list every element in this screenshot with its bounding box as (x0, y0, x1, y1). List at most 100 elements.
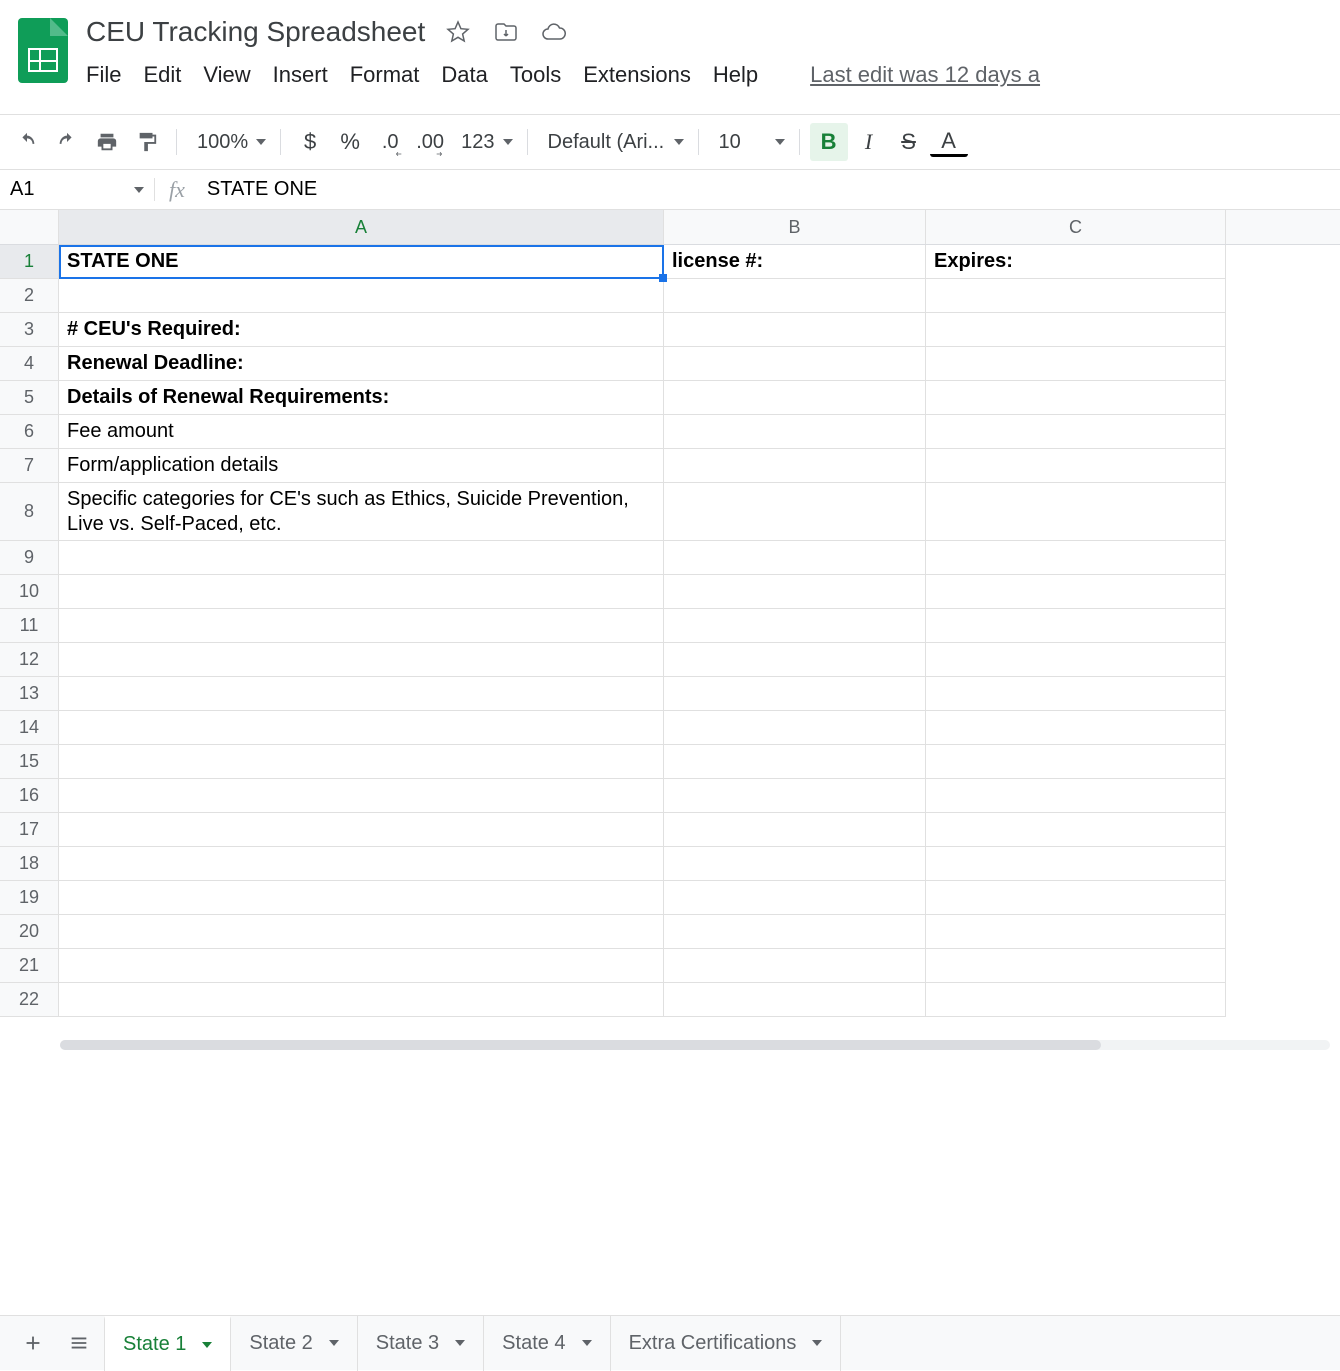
text-color-button[interactable]: A (930, 127, 968, 157)
cell[interactable]: Details of Renewal Requirements: (59, 381, 664, 415)
menu-format[interactable]: Format (350, 62, 420, 88)
cell[interactable] (59, 575, 664, 609)
menu-extensions[interactable]: Extensions (583, 62, 691, 88)
sheet-tab[interactable]: State 2 (231, 1316, 357, 1371)
add-sheet-button[interactable] (12, 1322, 54, 1364)
row-header[interactable]: 8 (0, 483, 59, 541)
redo-button[interactable] (48, 123, 86, 161)
row-header[interactable]: 17 (0, 813, 59, 847)
name-box[interactable]: A1 (0, 178, 155, 201)
cell[interactable] (664, 449, 926, 483)
cell[interactable] (926, 813, 1226, 847)
sheet-tab[interactable]: Extra Certifications (611, 1316, 842, 1371)
cell[interactable] (664, 541, 926, 575)
cell[interactable] (59, 983, 664, 1017)
cell[interactable] (926, 575, 1226, 609)
row-header[interactable]: 13 (0, 677, 59, 711)
menu-view[interactable]: View (203, 62, 250, 88)
row-header[interactable]: 15 (0, 745, 59, 779)
cell[interactable] (664, 983, 926, 1017)
cell[interactable]: Form/application details (59, 449, 664, 483)
cell[interactable] (59, 643, 664, 677)
row-header[interactable]: 19 (0, 881, 59, 915)
cell[interactable] (926, 313, 1226, 347)
row-header[interactable]: 10 (0, 575, 59, 609)
undo-button[interactable] (8, 123, 46, 161)
row-header[interactable]: 4 (0, 347, 59, 381)
cell[interactable] (664, 813, 926, 847)
all-sheets-button[interactable] (58, 1322, 100, 1364)
cell[interactable] (926, 449, 1226, 483)
row-header[interactable]: 3 (0, 313, 59, 347)
cell[interactable] (926, 381, 1226, 415)
paint-format-button[interactable] (128, 123, 166, 161)
cell[interactable] (926, 643, 1226, 677)
row-header[interactable]: 6 (0, 415, 59, 449)
menu-insert[interactable]: Insert (273, 62, 328, 88)
cell[interactable] (926, 779, 1226, 813)
cell[interactable] (926, 415, 1226, 449)
cell[interactable]: Specific categories for CE's such as Eth… (59, 483, 664, 541)
cell[interactable]: Renewal Deadline: (59, 347, 664, 381)
cell[interactable] (664, 347, 926, 381)
sheet-tab[interactable]: State 4 (484, 1316, 610, 1371)
select-all-corner[interactable] (0, 210, 59, 245)
font-size-dropdown[interactable]: 10 (709, 131, 789, 154)
increase-decimal-button[interactable]: .00 (411, 123, 449, 161)
cell[interactable] (664, 415, 926, 449)
cell[interactable] (664, 915, 926, 949)
row-header[interactable]: 16 (0, 779, 59, 813)
cell[interactable] (664, 381, 926, 415)
print-button[interactable] (88, 123, 126, 161)
sheets-doc-icon[interactable] (18, 18, 68, 83)
doc-title[interactable]: CEU Tracking Spreadsheet (86, 16, 425, 48)
cell[interactable] (664, 483, 926, 541)
cell[interactable]: Fee amount (59, 415, 664, 449)
cell[interactable] (926, 541, 1226, 575)
cell[interactable] (926, 949, 1226, 983)
font-dropdown[interactable]: Default (Ari... (538, 131, 688, 154)
row-header[interactable]: 2 (0, 279, 59, 313)
star-icon[interactable] (443, 17, 473, 47)
cell[interactable] (664, 779, 926, 813)
cell[interactable] (59, 915, 664, 949)
last-edit-link[interactable]: Last edit was 12 days a (810, 62, 1040, 88)
row-header[interactable]: 7 (0, 449, 59, 483)
cell[interactable]: STATE ONE (59, 245, 664, 279)
row-header[interactable]: 9 (0, 541, 59, 575)
cell[interactable] (59, 949, 664, 983)
menu-edit[interactable]: Edit (143, 62, 181, 88)
italic-button[interactable]: I (850, 123, 888, 161)
zoom-dropdown[interactable]: 100% (187, 131, 270, 154)
row-header[interactable]: 14 (0, 711, 59, 745)
cell[interactable] (59, 745, 664, 779)
cell[interactable]: license #: (664, 245, 926, 279)
cloud-status-icon[interactable] (539, 17, 569, 47)
cell[interactable] (59, 541, 664, 575)
cell[interactable] (926, 483, 1226, 541)
move-to-folder-icon[interactable] (491, 17, 521, 47)
cell[interactable] (59, 847, 664, 881)
cell[interactable] (59, 779, 664, 813)
cell[interactable] (926, 347, 1226, 381)
cell[interactable] (664, 847, 926, 881)
cell[interactable] (59, 813, 664, 847)
cell[interactable] (664, 949, 926, 983)
cell[interactable] (926, 279, 1226, 313)
cell[interactable] (59, 881, 664, 915)
cell[interactable] (664, 677, 926, 711)
cell[interactable] (664, 609, 926, 643)
cell[interactable] (664, 745, 926, 779)
cell[interactable] (664, 711, 926, 745)
sheet-tab[interactable]: State 1 (104, 1316, 231, 1371)
row-header[interactable]: 1 (0, 245, 59, 279)
cell[interactable] (59, 279, 664, 313)
bold-button[interactable]: B (810, 123, 848, 161)
cell[interactable] (926, 677, 1226, 711)
cell[interactable] (926, 745, 1226, 779)
cell[interactable] (59, 711, 664, 745)
row-header[interactable]: 11 (0, 609, 59, 643)
row-header[interactable]: 20 (0, 915, 59, 949)
formula-input[interactable]: STATE ONE (199, 178, 1340, 201)
menu-tools[interactable]: Tools (510, 62, 561, 88)
